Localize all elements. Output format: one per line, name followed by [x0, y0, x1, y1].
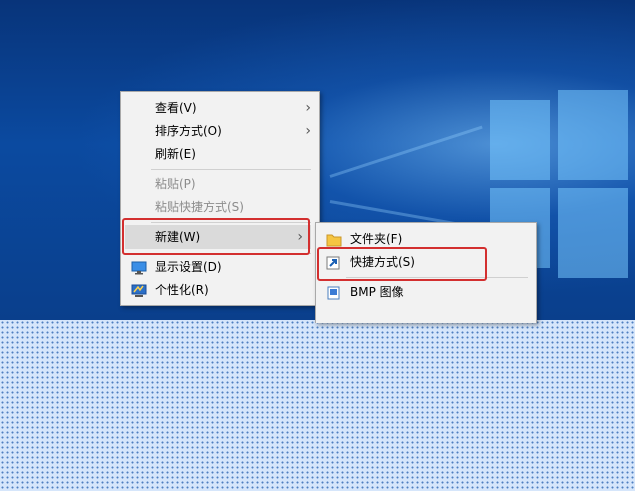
- menu-item-label: 查看(V): [155, 101, 197, 115]
- menu-item-label: 显示设置(D): [155, 260, 222, 274]
- menu-item-view[interactable]: 查看(V) ›: [121, 97, 319, 119]
- display-icon: [131, 260, 147, 275]
- menu-item-label: 粘贴(P): [155, 177, 196, 191]
- menu-item-label: 排序方式(O): [155, 124, 222, 138]
- menu-item-label: 粘贴快捷方式(S): [155, 200, 244, 214]
- menu-item-display-settings[interactable]: 显示设置(D): [121, 256, 319, 278]
- menu-item-refresh[interactable]: 刷新(E): [121, 143, 319, 165]
- submenu-item-bmp[interactable]: BMP 图像: [316, 281, 536, 303]
- folder-icon: [326, 232, 342, 247]
- desktop-context-menu: 查看(V) › 排序方式(O) › 刷新(E) 粘贴(P) 粘贴快捷方式(S) …: [120, 91, 320, 306]
- menu-item-personalize[interactable]: 个性化(R): [121, 279, 319, 301]
- image-icon: [326, 285, 342, 300]
- chevron-right-icon: ›: [305, 100, 311, 116]
- menu-item-label: BMP 图像: [350, 285, 404, 299]
- menu-item-label: 个性化(R): [155, 283, 209, 297]
- highlight-new-item: [122, 218, 310, 255]
- personalize-icon: [131, 283, 147, 297]
- menu-item-paste: 粘贴(P): [121, 173, 319, 195]
- highlight-shortcut-item: [317, 247, 487, 281]
- menu-item-label: 刷新(E): [155, 147, 196, 161]
- menu-item-sort[interactable]: 排序方式(O) ›: [121, 120, 319, 142]
- menu-item-paste-shortcut: 粘贴快捷方式(S): [121, 196, 319, 218]
- menu-separator: [151, 169, 311, 170]
- dotted-overlay: [0, 320, 635, 491]
- chevron-right-icon: ›: [305, 123, 311, 139]
